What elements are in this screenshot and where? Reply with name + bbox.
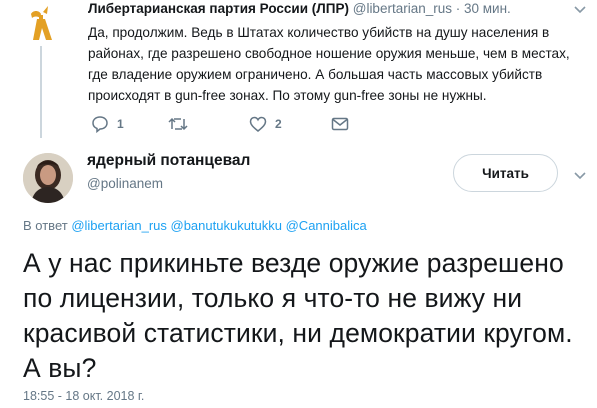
message-icon [331, 117, 349, 131]
direct-message-action[interactable] [331, 114, 349, 134]
main-tweet-text: А у нас прикиньте везде оружие разрешено… [23, 248, 573, 383]
reply-count: 1 [117, 117, 124, 131]
parent-tweet-time[interactable]: · 30 мин. [456, 1, 511, 16]
parent-author-name[interactable]: Либертарианская партия России (ЛПР) [88, 1, 349, 16]
like-count: 2 [275, 117, 282, 131]
retweet-icon [168, 117, 188, 131]
retweet-action[interactable] [168, 114, 196, 134]
parent-tweet-header: Либертарианская партия России (ЛПР) @lib… [88, 1, 511, 16]
main-author-avatar[interactable] [23, 153, 73, 203]
parent-author-avatar[interactable] [17, 2, 63, 48]
parent-tweet-text: Да, продолжим. Ведь в Штатах количество … [88, 25, 570, 103]
reply-prefix: В ответ [23, 218, 68, 233]
reply-action[interactable]: 1 [91, 114, 124, 134]
parent-tweet-menu[interactable] [574, 2, 586, 20]
thread-connector-line [40, 46, 42, 138]
like-icon [249, 116, 267, 132]
replying-to-line: В ответ @libertarian_rus @banutukukutukk… [23, 218, 367, 233]
chevron-down-icon [574, 172, 586, 180]
avatar-photo [23, 153, 73, 203]
main-author-handle[interactable]: @polinanem [87, 176, 163, 191]
parent-author-handle[interactable]: @libertarian_rus [353, 1, 452, 16]
main-author-name[interactable]: ядерный потанцевал [87, 152, 250, 170]
like-action[interactable]: 2 [249, 114, 282, 134]
libertarian-logo-icon [17, 2, 63, 48]
follow-button[interactable]: Читать [453, 154, 558, 192]
main-tweet-menu[interactable] [574, 168, 586, 186]
tweet-timestamp[interactable]: 18:55 - 18 окт. 2018 г. [23, 389, 144, 403]
reply-mentions[interactable]: @libertarian_rus @banutukukutukku @Canni… [71, 218, 366, 233]
chevron-down-icon [574, 6, 586, 14]
reply-icon [92, 116, 108, 133]
